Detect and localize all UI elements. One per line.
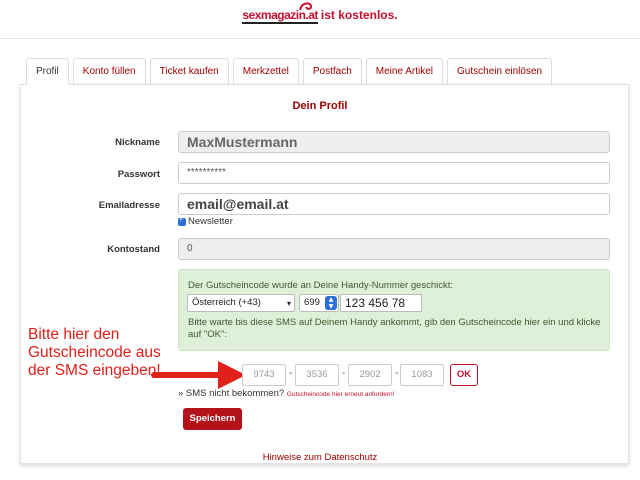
save-button[interactable]: Speichern — [183, 408, 242, 430]
tab-meine-artikel[interactable]: Meine Artikel — [365, 58, 444, 85]
profile-tabs: Profil Konto füllen Ticket kaufen Merkze… — [26, 58, 556, 85]
nickname-label: Nickname — [115, 137, 160, 148]
tab-konto-fuellen[interactable]: Konto füllen — [72, 58, 146, 85]
tab-profil[interactable]: Profil — [26, 58, 69, 85]
prefix-select-value: 699 — [304, 297, 320, 308]
updown-stepper-icon: ▲ ▼ — [325, 296, 337, 310]
voucher-sms-box: Der Gutscheincode wurde an Deine Handy-N… — [178, 269, 610, 351]
chevron-down-icon: ▾ — [286, 299, 291, 308]
site-logo[interactable]: sexmagazin.at ist kostenlos. — [0, 2, 640, 32]
tab-gutschein-einloesen[interactable]: Gutschein einlösen — [447, 58, 553, 85]
email-label: Emailadresse — [98, 200, 160, 211]
voucher-code-input-1[interactable]: 9743 — [242, 364, 286, 386]
privacy-link[interactable]: Hinweise zum Datenschutz — [0, 452, 640, 463]
country-select[interactable]: Österreich (+43) ▾ — [187, 294, 295, 312]
newsletter-label: Newsletter — [188, 216, 233, 227]
balance-field: 0 — [178, 238, 610, 260]
voucher-wait-text: Bitte warte bis diese SMS auf Deinem Han… — [188, 317, 601, 340]
voucher-code-input-2[interactable]: 3536 — [295, 364, 339, 386]
logo-underline — [242, 22, 318, 24]
code-separator: - — [342, 368, 346, 379]
prefix-select[interactable]: 699 ▲ ▼ — [299, 294, 339, 312]
page-title: Dein Profil — [292, 100, 348, 112]
resend-code-link[interactable]: Gutscheincode hier erneut anfordern! — [287, 391, 395, 398]
header-divider — [0, 38, 640, 39]
voucher-code-input-4[interactable]: 1083 — [400, 364, 444, 386]
password-label: Passwort — [117, 169, 160, 180]
voucher-ok-button[interactable]: OK — [450, 364, 478, 386]
logo-tagline: ist kostenlos. — [320, 8, 398, 22]
sms-missing-text: » SMS nicht bekommen? — [178, 388, 285, 399]
newsletter-option[interactable]: Newsletter — [178, 215, 233, 227]
voucher-sent-text: Der Gutscheincode wurde an Deine Handy-N… — [188, 280, 454, 291]
voucher-code-input-3[interactable]: 2902 — [348, 364, 392, 386]
logo-brand: sexmagazin.at — [242, 2, 318, 24]
email-field[interactable]: email@email.at — [178, 193, 610, 215]
password-field[interactable]: ********** — [178, 162, 610, 184]
phone-number-field[interactable]: 123 456 78 — [340, 294, 422, 312]
code-separator: - — [395, 368, 399, 379]
sms-missing-row: » SMS nicht bekommen? Gutscheincode hier… — [178, 388, 394, 399]
country-select-value: Österreich (+43) — [192, 297, 261, 308]
tab-postfach[interactable]: Postfach — [302, 58, 362, 85]
tab-merkzettel[interactable]: Merkzettel — [232, 58, 299, 85]
tab-ticket-kaufen[interactable]: Ticket kaufen — [149, 58, 229, 85]
code-separator: - — [289, 368, 293, 379]
newsletter-checkbox[interactable] — [178, 215, 186, 226]
balance-label: Kontostand — [107, 244, 160, 255]
logo-swirl-icon — [299, 2, 313, 11]
nickname-field: MaxMustermann — [178, 131, 610, 153]
